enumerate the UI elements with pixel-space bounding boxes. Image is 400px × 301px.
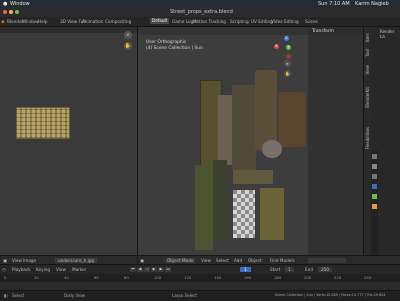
end-label: End	[305, 267, 313, 272]
scene-stats: Scene Collection | Sun | Verts:15,265 | …	[275, 293, 386, 297]
z-axis-icon[interactable]: Z	[284, 36, 289, 41]
zoom-icon[interactable]: ⌕	[124, 31, 132, 39]
menu-view[interactable]: View	[56, 267, 66, 272]
image-editor[interactable]	[0, 27, 138, 255]
tab-scripting[interactable]: Scripting	[230, 19, 249, 24]
ruler-tick: 160	[244, 275, 252, 280]
window-title: Street_props_extra.blend	[170, 9, 233, 15]
close-window-button[interactable]	[3, 10, 7, 14]
ruler-tick: 0	[4, 275, 7, 280]
jump-start-icon[interactable]: ⏮	[130, 267, 136, 272]
image-editor-header	[0, 27, 137, 33]
mode-dropdown[interactable]: Object Mode	[165, 258, 196, 263]
search-field[interactable]	[308, 258, 346, 263]
tab-uv-editing[interactable]: UV Editing	[251, 19, 273, 24]
menu-select[interactable]: Select	[216, 258, 229, 263]
ruler-tick: 200	[304, 275, 312, 280]
end-frame-field[interactable]: 250	[318, 267, 332, 272]
ruler-tick: 100	[154, 275, 162, 280]
tab-tool[interactable]: Tool	[365, 49, 370, 57]
status-dolly: Dolly View	[64, 293, 85, 298]
menu-keying[interactable]: Keying	[36, 267, 50, 272]
mac-user[interactable]: Karim Nagieb	[355, 1, 389, 7]
status-bar: ◧ Select Dolly View Lasso Select Scene C…	[0, 290, 400, 301]
viewport-view-label: User Orthographic	[146, 40, 187, 45]
apple-icon[interactable]: ●	[3, 1, 7, 7]
ruler-tick: 120	[184, 275, 192, 280]
tab-default[interactable]: Default	[150, 18, 170, 24]
pivot-dropdown[interactable]: Find Models	[270, 258, 295, 263]
status-lasso: Lasso Select	[172, 293, 197, 298]
ruler-tick: 180	[274, 275, 282, 280]
menu-view[interactable]: View	[201, 258, 211, 263]
tab-flexibilities[interactable]: Flexibilities	[365, 127, 370, 149]
minimize-window-button[interactable]	[9, 10, 13, 14]
menu-view[interactable]: View	[12, 258, 22, 263]
tab-motion-tracking[interactable]: Motion Tracking	[193, 19, 226, 24]
tab-view[interactable]: View	[365, 65, 370, 75]
maximize-window-button[interactable]	[15, 10, 19, 14]
editor-type-icon[interactable]: ▣	[140, 258, 144, 263]
menu-add[interactable]: Add	[234, 258, 242, 263]
top-menubar: ◉ Blender Window Help 3D View Full Anima…	[0, 17, 400, 27]
properties-tabs	[371, 150, 378, 255]
tab-item[interactable]: Item	[365, 33, 370, 42]
menu-blender[interactable]: Blender	[7, 19, 23, 24]
mac-app-menu[interactable]: Window	[10, 1, 30, 7]
outliner-item-render-layer[interactable]: Render La	[380, 29, 400, 39]
tab-animation[interactable]: Animation	[82, 19, 103, 24]
ruler-tick: 220	[334, 275, 342, 280]
image-editor-type-icon[interactable]: ▣	[3, 258, 7, 263]
tab-compositing[interactable]: Compositing	[105, 19, 131, 24]
jump-end-icon[interactable]: ⏭	[165, 267, 171, 272]
viewport-collection-label: (4) Scene Collection | Sun	[146, 46, 203, 51]
menu-window[interactable]: Window	[22, 19, 39, 24]
menu-playback[interactable]: Playback	[12, 267, 31, 272]
play-icon[interactable]: ▶	[151, 267, 157, 272]
render-properties-icon[interactable]	[372, 164, 377, 169]
tab-video-editing[interactable]: Video Editing	[271, 19, 299, 24]
texture-image	[16, 107, 70, 139]
tab-blenderkit[interactable]: BlenderKit	[365, 87, 370, 108]
ruler-tick: 240	[364, 275, 372, 280]
menu-marker[interactable]: Marker	[72, 267, 86, 272]
timeline-editor-icon[interactable]: ◷	[2, 267, 6, 272]
world-properties-icon[interactable]	[372, 194, 377, 199]
menu-help[interactable]: Help	[38, 19, 48, 24]
scene-selector[interactable]: Scene	[305, 19, 318, 24]
tool-properties-icon[interactable]	[372, 154, 377, 159]
zoom-viewport-icon[interactable]: ⌕	[284, 60, 291, 67]
mac-clock: Sun 7:10 AM	[318, 1, 350, 7]
ruler-tick: 20	[34, 275, 39, 280]
current-frame-field[interactable]: 1	[240, 267, 251, 272]
next-key-icon[interactable]: ▶	[158, 267, 164, 272]
blender-logo-icon[interactable]: ◉	[1, 19, 5, 24]
object-properties-icon[interactable]	[372, 204, 377, 209]
status-select: Select	[12, 293, 25, 298]
sidebar-panel: Transform	[308, 27, 363, 255]
ruler-tick: 140	[214, 275, 222, 280]
x-axis-icon[interactable]: X	[274, 44, 279, 49]
transform-panel-header[interactable]: Transform	[312, 29, 334, 34]
menu-image[interactable]: Image	[23, 258, 36, 263]
timeline-area[interactable]	[0, 282, 400, 290]
neg-y-axis-icon[interactable]	[286, 54, 291, 59]
mac-menubar: ● Window Sun 7:10 AM Karim Nagieb	[0, 0, 400, 8]
menu-object[interactable]: Object	[248, 258, 262, 263]
mouse-left-icon: ◧	[4, 293, 8, 298]
pan-viewport-icon[interactable]: ✋	[284, 70, 291, 77]
play-reverse-icon[interactable]: ◁	[144, 267, 150, 272]
ruler-tick: 80	[124, 275, 129, 280]
image-name-field[interactable]: underscore_h.jpg	[55, 258, 98, 263]
start-frame-field[interactable]: 1	[285, 267, 294, 272]
start-label: Start	[270, 267, 281, 272]
output-properties-icon[interactable]	[372, 174, 377, 179]
timeline-ruler[interactable]: 0 20 40 60 80 100 120 140 160 180 200 22…	[0, 274, 400, 282]
ruler-tick: 40	[64, 275, 69, 280]
y-axis-icon[interactable]: Y	[286, 45, 291, 50]
ruler-tick: 60	[94, 275, 99, 280]
prev-key-icon[interactable]: ◀	[137, 267, 143, 272]
scene-properties-icon[interactable]	[372, 184, 377, 189]
hand-icon[interactable]: ✋	[124, 42, 132, 50]
